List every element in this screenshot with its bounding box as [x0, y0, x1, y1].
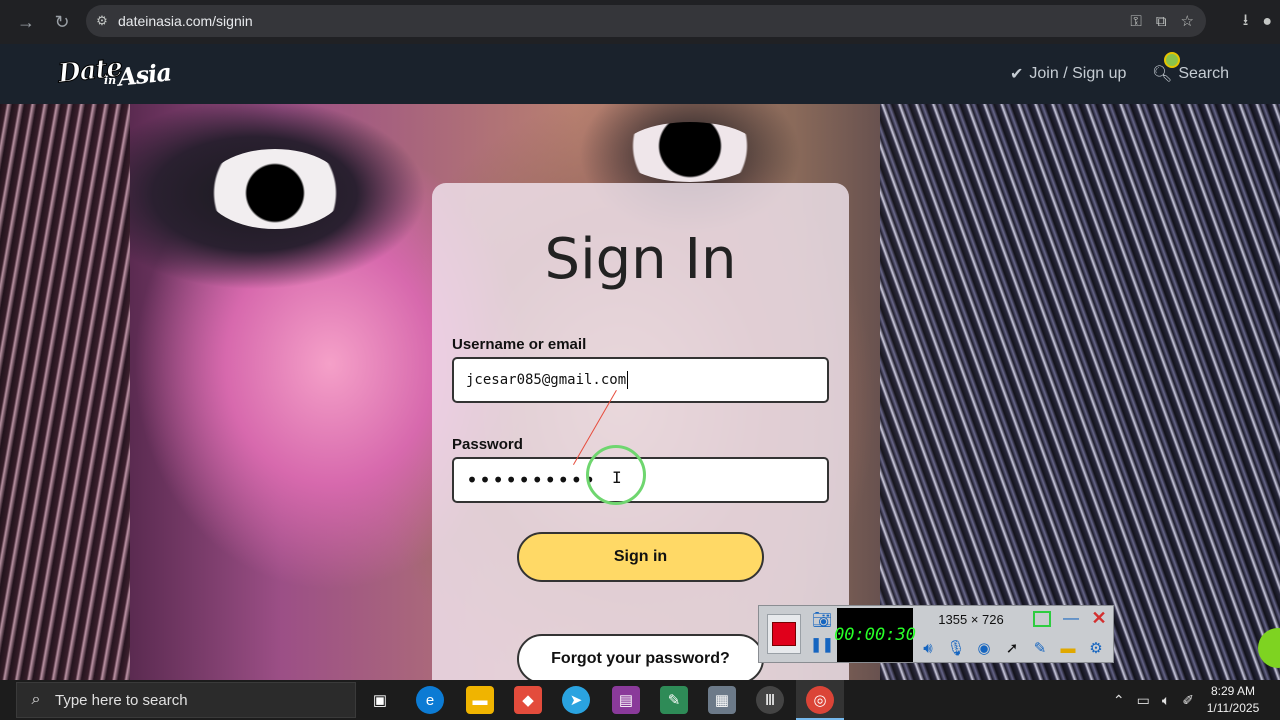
- site-header: Date in Asia ✔ Join / Sign up 🔍︎ Search: [0, 44, 1280, 104]
- hero-hair-right: [880, 104, 1280, 680]
- folder-icon[interactable]: ▬: [1057, 636, 1079, 660]
- file-explorer-icon[interactable]: ▬: [466, 686, 494, 714]
- capture-size: 1355 × 726: [938, 612, 1004, 627]
- webcam-icon[interactable]: ◉: [973, 636, 995, 660]
- back-arrow-icon[interactable]: →: [8, 4, 44, 40]
- text-caret: [627, 371, 629, 389]
- chevron-up-icon[interactable]: ⌃: [1113, 692, 1125, 709]
- task-view-icon[interactable]: ▣: [366, 686, 394, 714]
- hero-hair-left: [0, 104, 130, 680]
- cursor-icon[interactable]: ➚: [1001, 636, 1023, 660]
- address-bar[interactable]: ⚙ dateinasia.com/signin ⚿ ⧉ ☆: [86, 5, 1206, 37]
- join-signup-link[interactable]: ✔ Join / Sign up: [1010, 64, 1126, 84]
- search-icon: 🔍︎: [1152, 66, 1173, 83]
- page-title: Sign In: [544, 227, 737, 292]
- minimize-icon[interactable]: —: [1061, 610, 1081, 630]
- username-input[interactable]: jcesar085@gmail.com: [452, 357, 829, 403]
- taskbar-search-placeholder: Type here to search: [55, 691, 188, 709]
- stop-icon: [772, 622, 796, 646]
- capture-region-icon[interactable]: [1033, 611, 1051, 627]
- clock-time: 8:29 AM: [1210, 684, 1256, 698]
- password-value: ••••••••••: [466, 468, 597, 492]
- screen-recorder-toolbar: 📷︎ ❚❚ 00:00:30 1355 × 726 — ✕ 🔊︎ 🎙︎ ◉ ➚ …: [758, 605, 1114, 663]
- network-icon[interactable]: ▭: [1137, 692, 1150, 709]
- volume-muted-icon[interactable]: 🔈︎: [1162, 692, 1170, 709]
- speaker-icon[interactable]: 🔊︎: [917, 636, 939, 660]
- forgot-password-button[interactable]: Forgot your password?: [517, 634, 764, 684]
- signin-button[interactable]: Sign in: [517, 532, 764, 582]
- telegram-icon[interactable]: ➤: [562, 686, 590, 714]
- logo-text-asia: Asia: [116, 57, 173, 92]
- pen-icon[interactable]: ✎: [1029, 636, 1051, 660]
- taskbar-search[interactable]: ⌕ Type here to search: [16, 682, 356, 718]
- notepad-icon[interactable]: ✎: [660, 686, 688, 714]
- app-icon[interactable]: Ⅲ: [756, 686, 784, 714]
- control-panel-icon[interactable]: ▦: [708, 686, 736, 714]
- reload-icon[interactable]: ↻: [44, 4, 80, 40]
- download-icon[interactable]: ⭳: [1243, 9, 1249, 36]
- text-cursor-icon: I: [612, 468, 622, 487]
- url-text: dateinasia.com/signin: [118, 13, 253, 29]
- microphone-icon[interactable]: 🎙︎: [945, 636, 967, 660]
- windows-taskbar: ⌕ Type here to search ▣ e ▬ ◆ ➤ ▤ ✎ ▦ Ⅲ …: [0, 680, 1280, 720]
- pause-icon[interactable]: ❚❚: [809, 636, 835, 660]
- recording-timer: 00:00:30: [834, 608, 916, 662]
- edge-browser-icon[interactable]: e: [416, 686, 444, 714]
- close-icon[interactable]: ✕: [1089, 608, 1109, 630]
- profile-icon[interactable]: ●: [1262, 13, 1272, 31]
- username-label: Username or email: [452, 336, 587, 353]
- clock-date: 1/11/2025: [1206, 701, 1260, 715]
- bookmark-star-icon[interactable]: ☆: [1181, 12, 1194, 30]
- chrome-icon[interactable]: ◎: [806, 686, 834, 714]
- record-stop-button[interactable]: [767, 614, 801, 654]
- password-label: Password: [452, 436, 523, 453]
- system-tray: ⌃ ▭ 🔈︎ ✐: [1113, 680, 1194, 720]
- search-label: Search: [1178, 65, 1230, 82]
- anydesk-icon[interactable]: ◆: [514, 686, 542, 714]
- pen-workspace-icon[interactable]: ✐: [1182, 692, 1194, 709]
- logo-text-in: in: [104, 74, 117, 87]
- browser-toolbar: → ↻ ⚙ dateinasia.com/signin ⚿ ⧉ ☆ ⭳ ●: [0, 0, 1280, 44]
- settings-gear-icon[interactable]: ⚙: [1085, 636, 1107, 660]
- hero-eye-left: [205, 149, 345, 229]
- join-signup-label: Join / Sign up: [1029, 65, 1127, 82]
- winrar-icon[interactable]: ▤: [612, 686, 640, 714]
- search-link[interactable]: 🔍︎ Search: [1152, 64, 1229, 84]
- camera-icon[interactable]: 📷︎: [809, 610, 835, 632]
- search-icon: ⌕: [31, 691, 41, 708]
- taskbar-clock[interactable]: 8:29 AM 1/11/2025: [1200, 683, 1266, 717]
- username-value: jcesar085@gmail.com: [466, 372, 627, 388]
- password-key-icon[interactable]: ⚿: [1130, 13, 1141, 30]
- site-settings-icon[interactable]: ⚙: [86, 13, 118, 29]
- hero-eye-right: [620, 122, 760, 182]
- site-logo[interactable]: Date in Asia: [56, 52, 176, 94]
- checkmark-icon: ✔: [1010, 66, 1024, 83]
- install-app-icon[interactable]: ⧉: [1156, 13, 1167, 30]
